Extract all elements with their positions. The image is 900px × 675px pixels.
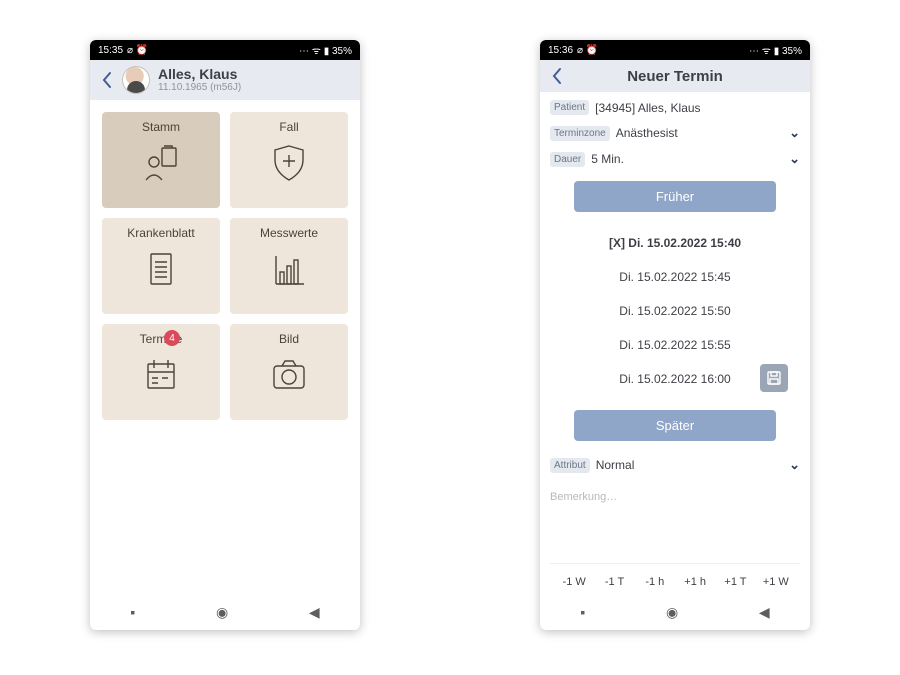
slot-list: [X] Di. 15.02.2022 15:40 Di. 15.02.2022 …	[550, 226, 800, 396]
badge-count: 4	[164, 330, 180, 346]
label-dauer: Dauer	[550, 152, 585, 167]
back-icon[interactable]	[550, 66, 564, 86]
shield-plus-icon	[266, 140, 312, 186]
value-patient: [34945] Alles, Klaus	[595, 101, 800, 115]
tile-label: Krankenblatt	[127, 226, 194, 240]
slot-item[interactable]: Di. 15.02.2022 15:45	[550, 260, 800, 294]
nav-back-icon[interactable]: ◀	[309, 604, 320, 621]
nav-home-icon[interactable]: ◉	[216, 604, 228, 621]
back-icon[interactable]	[100, 70, 114, 90]
slot-item[interactable]: [X] Di. 15.02.2022 15:40	[550, 226, 800, 260]
tile-stamm[interactable]: Stamm	[102, 112, 220, 208]
offset-button[interactable]: +1 W	[756, 576, 796, 588]
patient-subtitle: 11.10.1965 (m56J)	[158, 82, 241, 93]
camera-icon	[266, 352, 312, 398]
tile-messwerte[interactable]: Messwerte	[230, 218, 348, 314]
tile-fall[interactable]: Fall	[230, 112, 348, 208]
row-patient: Patient [34945] Alles, Klaus	[550, 100, 800, 115]
row-dauer[interactable]: Dauer 5 Min. ⌄	[550, 151, 800, 167]
row-terminzone[interactable]: Terminzone Anästhesist ⌄	[550, 125, 800, 141]
android-navbar: ▪ ◉ ◀	[90, 594, 360, 630]
later-button[interactable]: Später	[574, 410, 776, 441]
appointment-form: Patient [34945] Alles, Klaus Terminzone …	[540, 92, 810, 594]
label-attribut: Attribut	[550, 458, 590, 473]
page-title: Neuer Termin	[572, 68, 778, 85]
tile-label: Bild	[279, 332, 299, 346]
chevron-down-icon: ⌄	[789, 457, 800, 473]
offset-button[interactable]: -1 h	[635, 576, 675, 588]
label-patient: Patient	[550, 100, 589, 115]
status-right-icons: ⋯ ᯤ ▮ 35%	[299, 43, 352, 57]
chevron-down-icon: ⌄	[789, 125, 800, 141]
status-time: 15:35	[98, 45, 123, 56]
slot-save-icon[interactable]	[760, 364, 788, 392]
slot-item[interactable]: Di. 15.02.2022 15:55	[550, 328, 800, 362]
offset-button[interactable]: -1 T	[594, 576, 634, 588]
earlier-button[interactable]: Früher	[574, 181, 776, 212]
status-right-icons: ⋯ ᯤ ▮ 35%	[749, 43, 802, 57]
document-lines-icon	[138, 246, 184, 292]
slot-item[interactable]: Di. 15.02.2022 15:50	[550, 294, 800, 328]
avatar	[122, 66, 150, 94]
nav-back-icon[interactable]: ◀	[759, 604, 770, 621]
value-attribut: Normal	[596, 458, 783, 472]
person-file-icon	[138, 140, 184, 186]
chevron-down-icon: ⌄	[789, 151, 800, 167]
nav-home-icon[interactable]: ◉	[666, 604, 678, 621]
android-navbar: ▪ ◉ ◀	[540, 594, 810, 630]
label-terminzone: Terminzone	[550, 126, 610, 141]
value-terminzone: Anästhesist	[616, 126, 783, 140]
status-bar: 15:35 ⌀ ⏰ ⋯ ᯤ ▮ 35%	[90, 40, 360, 60]
status-left-icons: ⌀ ⏰	[127, 45, 148, 56]
appointment-header: Neuer Termin	[540, 60, 810, 92]
remark-input[interactable]: Bemerkung…	[550, 491, 800, 503]
offset-button[interactable]: +1 h	[675, 576, 715, 588]
nav-recents-icon[interactable]: ▪	[130, 604, 135, 620]
tile-krankenblatt[interactable]: Krankenblatt	[102, 218, 220, 314]
nav-recents-icon[interactable]: ▪	[580, 604, 585, 620]
tile-grid: Stamm Fall Krankenblatt Messwerte	[90, 100, 360, 432]
value-dauer: 5 Min.	[591, 152, 783, 166]
bar-chart-icon	[266, 246, 312, 292]
status-time: 15:36	[548, 45, 573, 56]
offset-row: -1 W -1 T -1 h +1 h +1 T +1 W	[550, 563, 800, 594]
tile-bild[interactable]: Bild	[230, 324, 348, 420]
tile-label: Messwerte	[260, 226, 318, 240]
patient-name-block: Alles, Klaus 11.10.1965 (m56J)	[158, 67, 241, 93]
offset-button[interactable]: -1 W	[554, 576, 594, 588]
tile-label: Fall	[279, 120, 298, 134]
row-attribut[interactable]: Attribut Normal ⌄	[550, 457, 800, 473]
tile-termine[interactable]: Termine 4	[102, 324, 220, 420]
tile-label: Stamm	[142, 120, 180, 134]
calendar-icon	[138, 352, 184, 398]
phone-new-appointment: 15:36 ⌀ ⏰ ⋯ ᯤ ▮ 35% Neuer Termin Patient…	[540, 40, 810, 630]
offset-button[interactable]: +1 T	[715, 576, 755, 588]
status-left-icons: ⌀ ⏰	[577, 45, 598, 56]
status-bar: 15:36 ⌀ ⏰ ⋯ ᯤ ▮ 35%	[540, 40, 810, 60]
patient-name: Alles, Klaus	[158, 67, 241, 82]
phone-patient-menu: 15:35 ⌀ ⏰ ⋯ ᯤ ▮ 35% Alles, Klaus 11.10.1…	[90, 40, 360, 630]
patient-header: Alles, Klaus 11.10.1965 (m56J)	[90, 60, 360, 100]
